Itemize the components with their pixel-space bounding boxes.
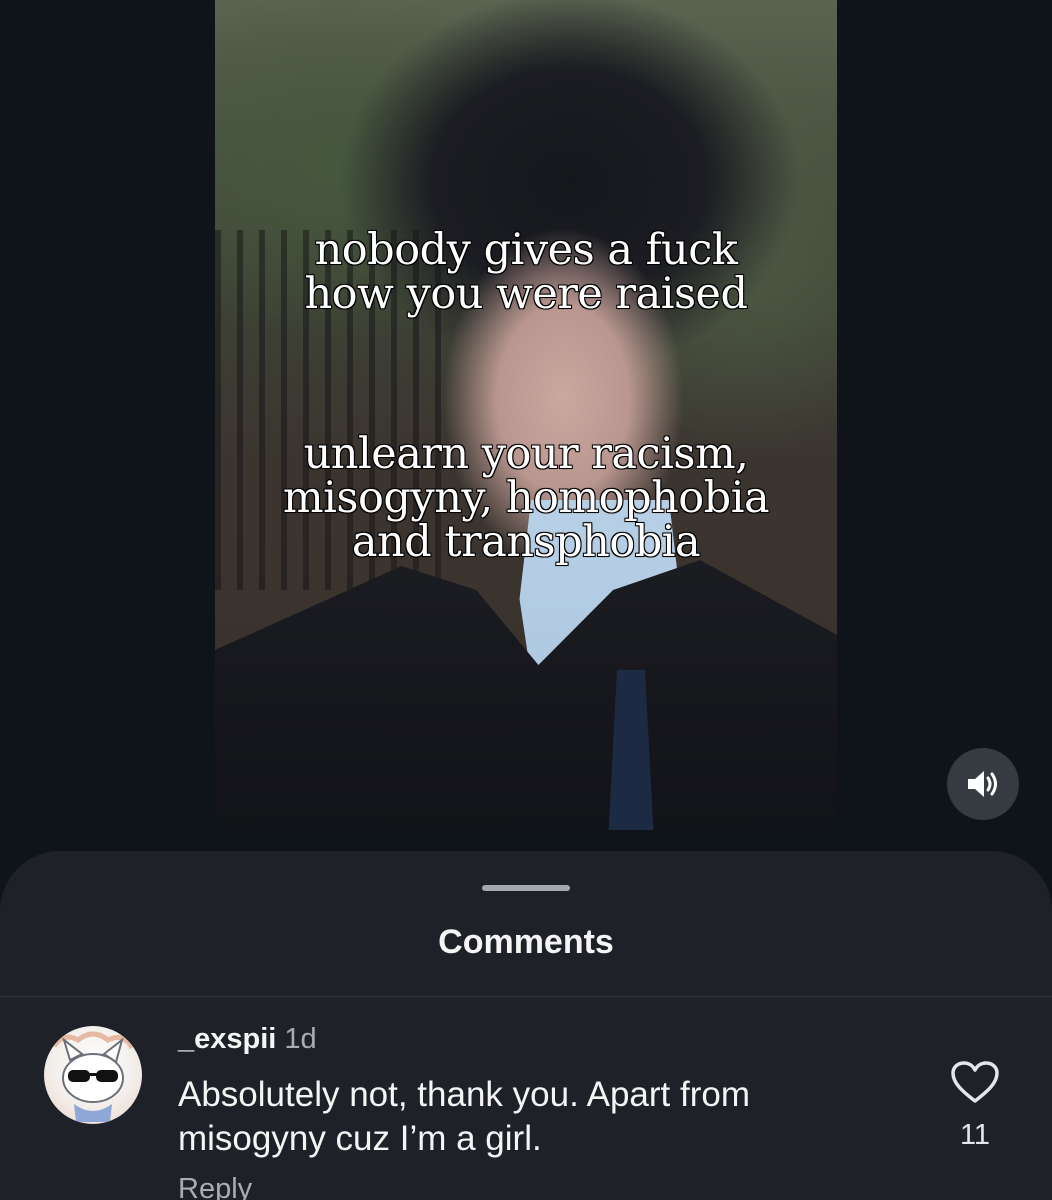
reel-caption-line: how you were raised: [304, 269, 748, 319]
reel-caption-line: nobody gives a fuck: [314, 225, 738, 275]
reel-caption-line: and transphobia: [351, 517, 701, 567]
avatar[interactable]: [44, 1026, 142, 1124]
reel-caption-line: misogyny, homophobia: [282, 473, 770, 523]
comment-text-line: misogyny cuz I’m a girl.: [178, 1119, 542, 1158]
heart-outline-icon: [951, 1061, 999, 1103]
sheet-drag-handle[interactable]: [482, 885, 570, 891]
comments-sheet: Comments _exspii 1d Absolutely not, thank…: [0, 851, 1052, 1200]
reel-caption-bottom: unlearn your racism, misogyny, homophobi…: [215, 432, 837, 564]
sound-toggle-button[interactable]: [947, 748, 1019, 820]
reel-viewer-screen: nobody gives a fuck how you were raised …: [0, 0, 1052, 1200]
reel-video[interactable]: nobody gives a fuck how you were raised …: [215, 0, 837, 830]
reel-caption-line: unlearn your racism,: [303, 429, 749, 479]
divider: [0, 996, 1052, 997]
reply-button[interactable]: Reply: [178, 1173, 252, 1200]
comment-body: Absolutely not, thank you. Apart from mi…: [178, 1073, 898, 1161]
comments-title: Comments: [438, 923, 614, 961]
like-count: 11: [959, 1119, 991, 1151]
comment-text-line: Absolutely not, thank you. Apart from: [178, 1075, 750, 1114]
speaker-on-icon: [968, 771, 997, 797]
cat-with-sunglasses-avatar-icon: [51, 1031, 135, 1122]
comment-username[interactable]: _exspii: [178, 1023, 276, 1055]
comment-header: _exspii 1d: [178, 1023, 317, 1056]
reel-caption-top: nobody gives a fuck how you were raised: [215, 228, 837, 316]
like-button[interactable]: [948, 1057, 1002, 1107]
comment-timestamp: 1d: [284, 1023, 317, 1055]
